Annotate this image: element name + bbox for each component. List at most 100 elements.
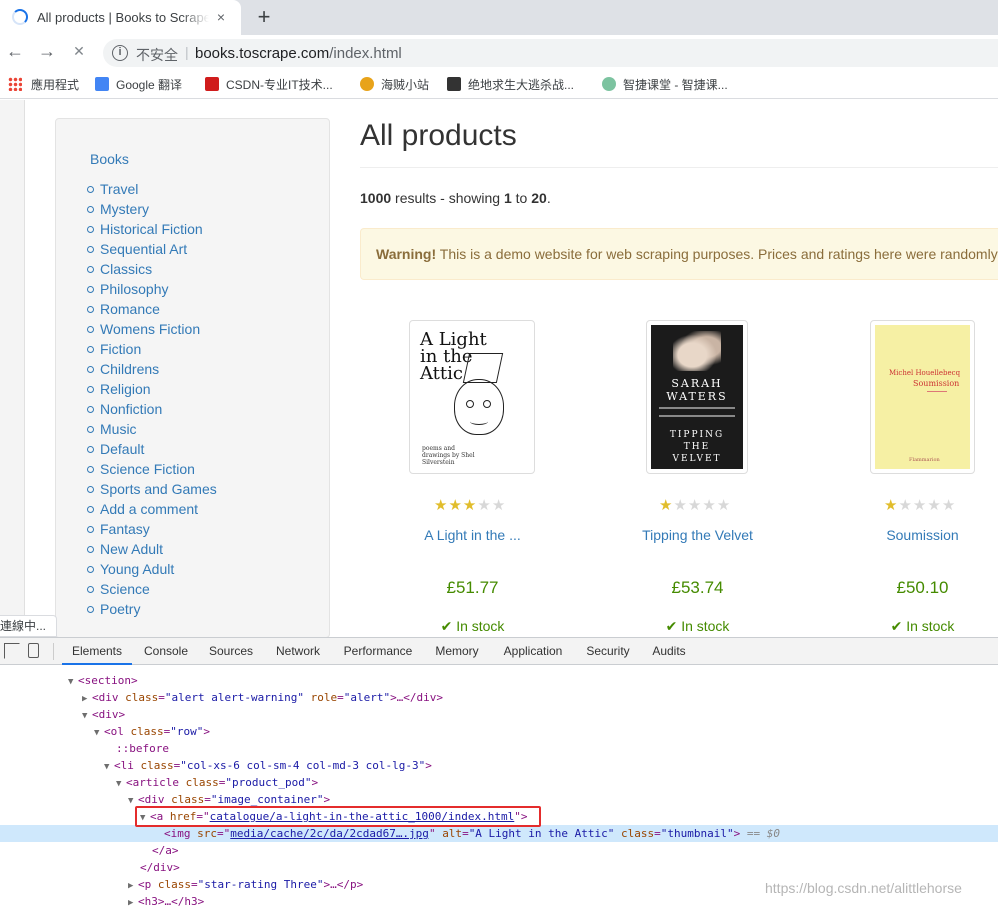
book-title-link[interactable]: Soumission [810, 527, 998, 543]
book-thumbnail[interactable]: Michel Houellebecq Soumission Flammarion [870, 320, 975, 474]
category-link[interactable]: Philosophy [86, 279, 217, 299]
tab-memory[interactable]: Memory [428, 638, 486, 665]
bookmark-zhijie[interactable]: 智捷课堂 - 智捷课... [602, 76, 728, 94]
page-title: All products [360, 119, 517, 152]
category-link[interactable]: Science Fiction [86, 459, 217, 479]
dom-node-div[interactable]: ▼ <div> [0, 706, 998, 723]
bookmark-pubg[interactable]: 绝地求生大逃杀战... [447, 76, 574, 94]
tab-network[interactable]: Network [266, 638, 330, 665]
loading-spinner-icon [12, 9, 28, 25]
star-icon: ★ [673, 497, 688, 514]
back-button[interactable]: ← [4, 40, 26, 62]
category-link[interactable]: Romance [86, 299, 217, 319]
device-toolbar-icon[interactable] [28, 643, 39, 658]
star-icon: ★ [941, 497, 957, 514]
collapse-triangle-icon[interactable]: ▶ [128, 895, 138, 907]
category-link[interactable]: Sequential Art [86, 239, 217, 259]
tab-application[interactable]: Application [495, 638, 571, 665]
bookmark-apps[interactable]: 應用程式 [8, 76, 79, 94]
forward-button[interactable]: → [36, 40, 58, 62]
results-to: 20 [531, 190, 547, 206]
dom-node-article[interactable]: ▼ <article class="product_pod"> [0, 774, 998, 791]
category-link[interactable]: Religion [86, 379, 217, 399]
bookmark-label: 智捷课堂 - 智捷课... [623, 78, 728, 92]
dom-node-ol[interactable]: ▼ <ol class="row"> [0, 723, 998, 740]
results-count: 1000 [360, 190, 392, 206]
dom-node-anchor-close[interactable]: </a> [0, 842, 998, 859]
tab-performance[interactable]: Performance [334, 638, 422, 665]
results-from: 1 [503, 190, 512, 206]
bookmark-label: CSDN-专业IT技术... [226, 78, 333, 92]
category-link[interactable]: Childrens [86, 359, 217, 379]
book-title-link[interactable]: A Light in the ... [360, 527, 585, 543]
element-picker-icon[interactable] [4, 643, 20, 659]
category-link[interactable]: Add a comment [86, 499, 217, 519]
stop-loading-button[interactable]: ✕ [68, 40, 90, 62]
book-thumbnail[interactable]: SARAH WATERS TIPPING THE VELVET [646, 320, 748, 474]
category-link[interactable]: Nonfiction [86, 399, 217, 419]
results-summary: 1000 results - showing 1 to 20. [360, 190, 551, 206]
category-link[interactable]: Fiction [86, 339, 217, 359]
src-link[interactable]: media/cache/2c/da/2cdad67….jpg [230, 827, 429, 840]
category-link[interactable]: Default [86, 439, 217, 459]
availability: ✔ In stock [360, 618, 585, 635]
csdn-icon [205, 77, 219, 91]
bookmark-google-translate[interactable]: Google 翻译 [95, 76, 182, 94]
book-thumbnail[interactable]: A Light in the Attic poems and drawings … [409, 320, 535, 474]
url-text[interactable]: books.toscrape.com/index.html [195, 45, 402, 62]
category-link[interactable]: Mystery [86, 199, 217, 219]
category-link[interactable]: Travel [86, 179, 217, 199]
selected-node-marker: == $0 [746, 827, 780, 840]
url-path: /index.html [329, 45, 402, 62]
check-icon: ✔ [665, 618, 682, 634]
category-link[interactable]: Young Adult [86, 559, 217, 579]
tab-audits[interactable]: Audits [645, 638, 693, 665]
cover-author: SARAH WATERS [666, 377, 728, 403]
cover-publisher: Flammarion [909, 457, 940, 463]
stock-label: In stock [906, 618, 955, 634]
star-icon: ★ [716, 497, 732, 514]
bookmark-csdn[interactable]: CSDN-专业IT技术... [205, 76, 333, 94]
category-link[interactable]: Historical Fiction [86, 219, 217, 239]
star-icon: ★ [702, 497, 717, 514]
dom-node-div-close[interactable]: </div> [0, 859, 998, 876]
dom-node-img-selected[interactable]: <img src="media/cache/2c/da/2cdad67….jpg… [0, 825, 998, 842]
category-link[interactable]: New Adult [86, 539, 217, 559]
category-link[interactable]: Classics [86, 259, 217, 279]
toolbar-divider [53, 643, 54, 660]
star-icon: ★ [434, 497, 449, 514]
address-bar[interactable]: i 不安全 | books.toscrape.com/index.html [103, 39, 998, 67]
category-link[interactable]: Womens Fiction [86, 319, 217, 339]
browser-tab[interactable]: All products | Books to Scrape × [0, 0, 241, 35]
info-icon[interactable]: i [112, 45, 128, 61]
category-link[interactable]: Fantasy [86, 519, 217, 539]
alert-strong: Warning! [376, 246, 437, 262]
star-icon: ★ [477, 497, 492, 514]
category-list: Travel Mystery Historical Fiction Sequen… [86, 179, 217, 619]
category-link[interactable]: Sports and Games [86, 479, 217, 499]
dom-node-before[interactable]: ::before [0, 740, 998, 757]
close-tab-icon[interactable]: × [212, 8, 230, 26]
url-domain: books.toscrape.com [195, 45, 330, 62]
tab-console[interactable]: Console [135, 638, 197, 665]
dom-node-section[interactable]: ▼ <section> [0, 672, 998, 689]
category-heading-books[interactable]: Books [90, 151, 129, 167]
watermark: https://blog.csdn.net/alittlehorse [765, 880, 962, 896]
category-link[interactable]: Poetry [86, 599, 217, 619]
security-label[interactable]: 不安全 [136, 45, 178, 65]
dom-node-alert[interactable]: ▶ <div class="alert alert-warning" role="… [0, 689, 998, 706]
tab-security[interactable]: Security [580, 638, 636, 665]
category-link[interactable]: Science [86, 579, 217, 599]
page-gutter [0, 100, 25, 637]
book-price: £51.77 [446, 578, 499, 597]
new-tab-button[interactable]: + [252, 4, 276, 30]
star-icon: ★ [448, 497, 463, 514]
dom-node-li[interactable]: ▼ <li class="col-xs-6 col-sm-4 col-md-3 c… [0, 757, 998, 774]
book-title-link[interactable]: Tipping the Velvet [585, 527, 810, 543]
bookmark-haizei[interactable]: 海贼小站 [360, 76, 429, 94]
category-link[interactable]: Music [86, 419, 217, 439]
tab-elements[interactable]: Elements [62, 638, 132, 665]
screen: All products | Books to Scrape × + ← → ✕… [0, 0, 998, 907]
bookmark-label: 绝地求生大逃杀战... [468, 78, 575, 92]
tab-sources[interactable]: Sources [201, 638, 261, 665]
